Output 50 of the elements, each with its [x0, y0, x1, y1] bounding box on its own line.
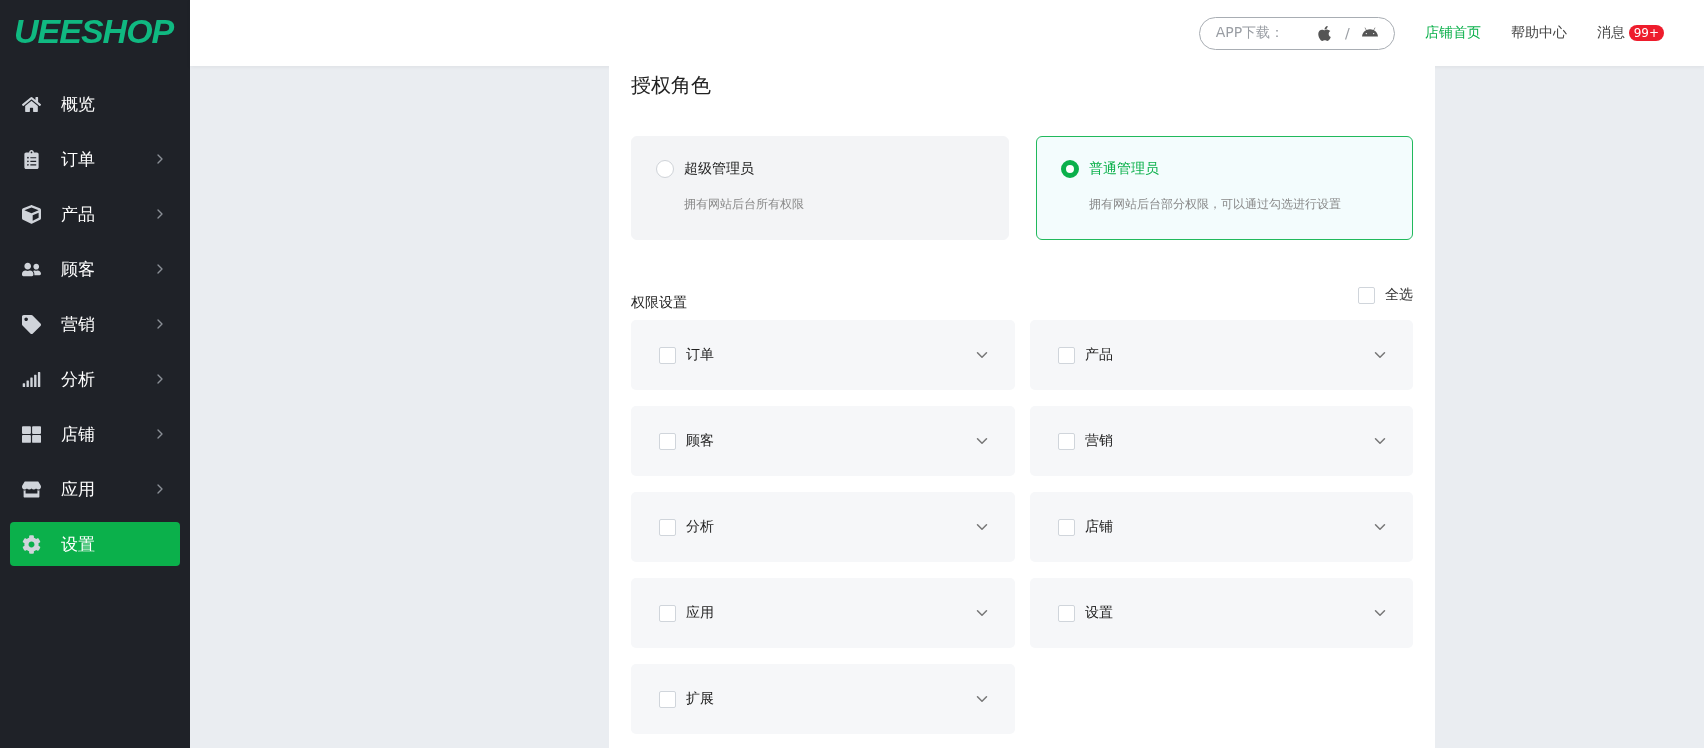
role-card[interactable]: 超级管理员 拥有网站后台所有权限 — [631, 136, 1009, 240]
sidebar-item[interactable]: 营销 — [10, 302, 180, 346]
permission-card[interactable]: 顾客 — [631, 406, 1015, 476]
permission-label: 设置 — [1084, 604, 1114, 622]
permission-card[interactable]: 扩展 — [631, 664, 1015, 734]
permission-label: 订单 — [686, 346, 715, 364]
sidebar-item[interactable]: 应用 — [10, 467, 180, 511]
permission-card[interactable]: 应用 — [631, 578, 1015, 648]
sidebar-item[interactable]: 顾客 — [10, 247, 180, 291]
sidebar-item[interactable]: 店铺 — [10, 412, 180, 456]
permission-card[interactable]: 店铺 — [1029, 492, 1413, 562]
sidebar-item[interactable]: 分析 — [10, 357, 180, 401]
permission-label: 产品 — [1084, 346, 1114, 364]
select-all-label: 全选 — [1385, 286, 1413, 304]
role-description: 拥有网站后台所有权限 — [683, 196, 805, 213]
sidebar-item[interactable]: 产品 — [10, 192, 180, 236]
permission-label: 顾客 — [686, 432, 715, 450]
role-card[interactable]: 普通管理员 拥有网站后台部分权限，可以通过勾选进行设置 — [1035, 136, 1413, 240]
role-name: 普通管理员 — [1088, 160, 1159, 178]
permission-label: 营销 — [1084, 432, 1114, 450]
sidebar-label: 应用 — [61, 477, 96, 501]
sidebar-label: 订单 — [61, 147, 96, 171]
permission-label: 分析 — [686, 518, 715, 536]
count-badge: 99+ — [1628, 25, 1664, 41]
logo: UEESHOP — [13, 11, 175, 52]
header-link[interactable]: 消息 99+ — [1596, 24, 1664, 42]
sidebar-item[interactable]: 概览 — [10, 82, 180, 126]
role-name: 超级管理员 — [684, 160, 754, 178]
permission-card[interactable]: 产品 — [1029, 320, 1413, 390]
permission-card[interactable]: 分析 — [631, 492, 1015, 562]
sidebar-label: 产品 — [61, 202, 96, 226]
sidebar-label: 设置 — [61, 532, 96, 556]
permission-label: 扩展 — [686, 690, 715, 708]
sidebar-item[interactable]: 订单 — [10, 137, 180, 181]
section-title: 授权角色 — [631, 72, 712, 99]
sidebar-label: 顾客 — [61, 257, 96, 281]
separator: / — [1344, 25, 1350, 41]
permission-label: 应用 — [686, 604, 715, 622]
permission-card[interactable]: 设置 — [1029, 578, 1413, 648]
permissions-title: 权限设置 — [631, 294, 687, 312]
role-description: 拥有网站后台部分权限，可以通过勾选进行设置 — [1087, 196, 1342, 213]
app-download-label: APP下载： — [1215, 24, 1286, 42]
sidebar-label: 营销 — [61, 312, 96, 336]
sidebar-label: 店铺 — [61, 422, 96, 446]
header-link[interactable]: 帮助中心 — [1510, 24, 1567, 42]
sidebar-label: 分析 — [61, 367, 96, 391]
permission-card[interactable]: 营销 — [1029, 406, 1413, 476]
permission-label: 店铺 — [1084, 518, 1114, 536]
sidebar-label: 概览 — [61, 92, 96, 116]
permission-card[interactable]: 订单 — [631, 320, 1015, 390]
